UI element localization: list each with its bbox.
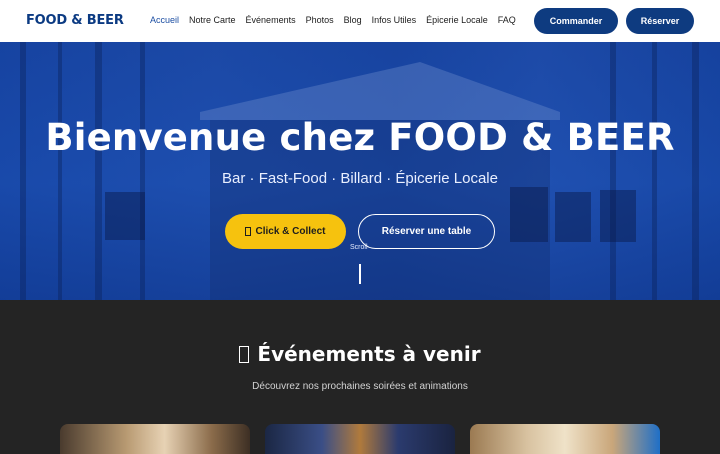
events-subtitle: Découvrez nos prochaines soirées et anim…: [252, 381, 468, 392]
nav-item-infos-utiles[interactable]: Infos Utiles: [372, 15, 417, 25]
hero-title: Bienvenue chez FOOD & BEER: [45, 116, 675, 159]
top-navbar: FOOD & BEER Accueil Notre Carte Événemen…: [0, 0, 720, 42]
events-section: Événements à venir Découvrez nos prochai…: [0, 300, 720, 454]
hero-subtitle: Bar · Fast-Food · Billard · Épicerie Loc…: [222, 170, 498, 187]
scroll-indicator-label: Scroll: [350, 244, 368, 251]
click-collect-button[interactable]: Click & Collect: [225, 214, 346, 249]
nav-item-blog[interactable]: Blog: [344, 15, 362, 25]
calendar-icon: [239, 345, 250, 363]
scroll-indicator-line[interactable]: [359, 264, 361, 284]
click-collect-label: Click & Collect: [255, 226, 326, 237]
bag-icon: [245, 227, 252, 236]
events-title: Événements à venir: [257, 342, 481, 366]
events-heading: Événements à venir: [0, 342, 720, 366]
nav-item-accueil[interactable]: Accueil: [150, 15, 179, 25]
nav-item-notre-carte[interactable]: Notre Carte: [189, 15, 236, 25]
main-nav: Accueil Notre Carte Événements Photos Bl…: [150, 15, 516, 25]
nav-item-faq[interactable]: FAQ: [498, 15, 516, 25]
site-logo[interactable]: FOOD & BEER: [26, 13, 124, 28]
nav-item-epicerie-locale[interactable]: Épicerie Locale: [426, 15, 488, 25]
nav-item-photos[interactable]: Photos: [306, 15, 334, 25]
nav-item-evenements[interactable]: Événements: [246, 15, 296, 25]
hero-section: Bienvenue chez FOOD & BEER Bar · Fast-Fo…: [0, 42, 720, 300]
reserver-button[interactable]: Réserver: [626, 8, 694, 34]
reserver-table-button[interactable]: Réserver une table: [358, 214, 495, 249]
commander-button[interactable]: Commander: [534, 8, 618, 34]
